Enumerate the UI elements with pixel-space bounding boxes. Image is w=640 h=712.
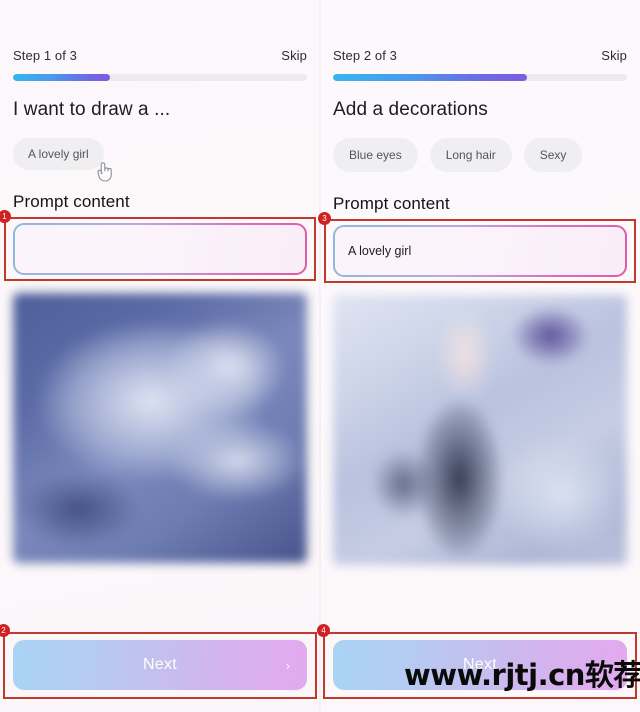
progress-bar-fill <box>13 74 111 81</box>
annotation-badge-2: 2 <box>0 624 10 637</box>
next-button-wrapper: Next › 2 <box>0 624 317 699</box>
prompt-input-wrapper: A lovely girl 3 <box>318 212 636 283</box>
artwork-preview-image <box>13 293 307 563</box>
prompt-content-label: Prompt content <box>13 192 130 211</box>
progress-bar-fill <box>333 74 528 81</box>
prompt-input[interactable]: A lovely girl <box>333 225 627 277</box>
next-button[interactable]: Next › <box>333 640 627 690</box>
suggestion-chip-a-lovely-girl[interactable]: A lovely girl <box>13 138 104 170</box>
next-button-label: Next <box>142 656 178 673</box>
next-button[interactable]: Next › <box>13 640 307 690</box>
chevron-right-icon: › <box>605 657 610 673</box>
dual-screenshot-container: Step 1 of 3 Skip I want to draw a ... A … <box>0 0 640 712</box>
progress-bar-track <box>333 74 627 81</box>
skip-button[interactable]: Skip <box>281 48 307 63</box>
prompt-content-label: Prompt content <box>333 194 450 213</box>
suggestion-chip-blue-eyes[interactable]: Blue eyes <box>333 138 418 172</box>
prompt-input[interactable] <box>13 223 307 275</box>
suggestion-chip-sexy[interactable]: Sexy <box>523 138 583 172</box>
suggestion-chip-long-hair[interactable]: Long hair <box>429 138 512 172</box>
skip-button[interactable]: Skip <box>601 48 627 63</box>
suggestion-chip-row: A lovely girl <box>13 138 307 182</box>
progress-bar-track <box>13 74 307 81</box>
panel-divider <box>319 0 321 712</box>
suggestion-chip-row: Blue eyes Long hair Sexy <box>333 138 627 172</box>
step-indicator-label: Step 2 of 3 <box>333 48 397 63</box>
annotation-badge-1: 1 <box>0 210 11 223</box>
next-button-wrapper: Next › 4 <box>317 624 637 699</box>
screen-step-2: Step 2 of 3 Skip Add a decorations Blue … <box>317 0 640 712</box>
prompt-input-inner[interactable] <box>15 225 305 273</box>
prompt-input-value: A lovely girl <box>348 244 412 258</box>
prompt-input-inner[interactable]: A lovely girl <box>335 227 625 275</box>
step-indicator-label: Step 1 of 3 <box>13 48 77 63</box>
prompt-input-wrapper: 1 <box>0 210 316 281</box>
page-title: Add a decorations <box>333 99 488 120</box>
screen-step-1: Step 1 of 3 Skip I want to draw a ... A … <box>0 0 320 712</box>
next-button-label: Next <box>462 656 498 673</box>
step-header-row: Step 1 of 3 Skip <box>13 0 307 63</box>
step-header-row: Step 2 of 3 Skip <box>333 0 627 63</box>
artwork-preview-image <box>333 295 627 565</box>
page-title: I want to draw a ... <box>13 99 171 120</box>
chevron-right-icon: › <box>285 657 290 673</box>
